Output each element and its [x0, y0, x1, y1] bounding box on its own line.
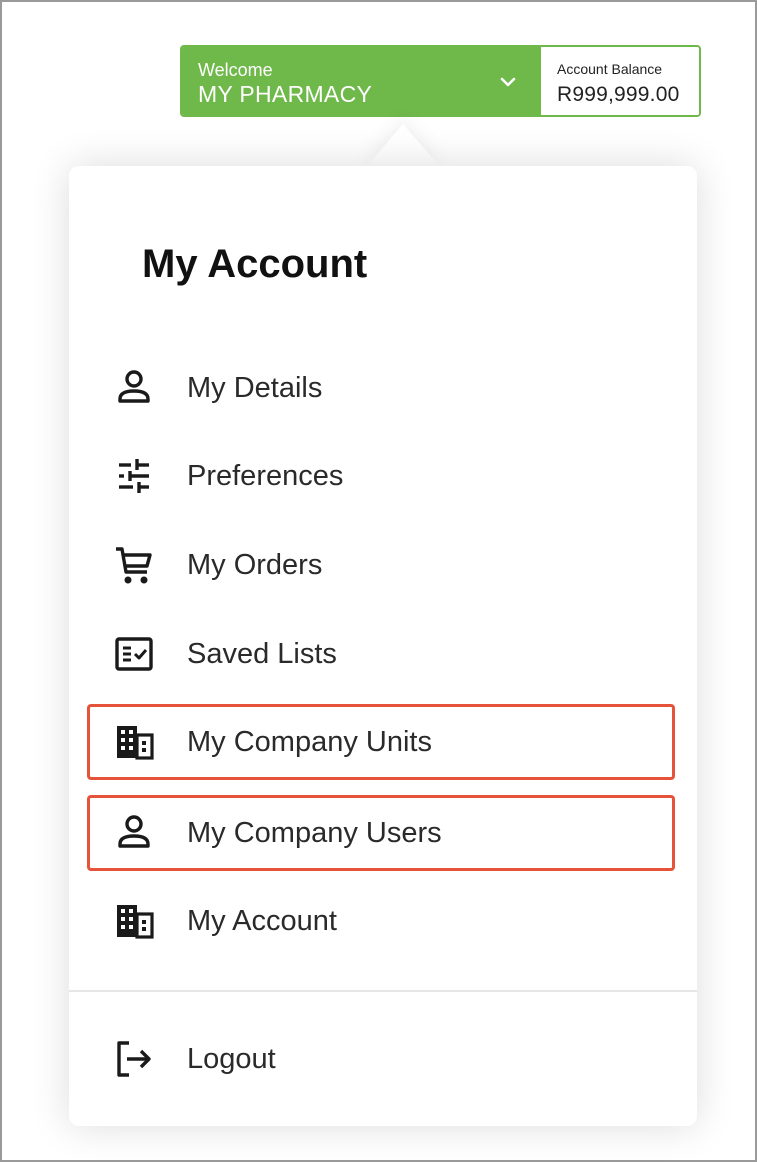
logout-icon [117, 1041, 151, 1077]
welcome-label: Welcome [198, 60, 273, 80]
building-icon [117, 726, 154, 760]
dropdown-caret [365, 124, 441, 168]
menu-item-label: My Account [187, 904, 337, 937]
menu-item-label: My Company Units [187, 725, 432, 758]
menu-divider [69, 990, 697, 992]
menu-item-my-company-units[interactable]: My Company Units [87, 704, 675, 780]
user-icon [118, 815, 150, 848]
app-frame: Welcome MY PHARMACY Account Balance R999… [0, 0, 757, 1162]
menu-item-saved-lists[interactable]: Saved Lists [87, 616, 675, 692]
panel-title: My Account [142, 242, 368, 286]
menu-item-preferences[interactable]: Preferences [87, 438, 675, 514]
account-balance-label: Account Balance [557, 61, 663, 77]
account-menu-toggle[interactable]: Welcome MY PHARMACY [182, 47, 541, 115]
cart-icon [116, 547, 152, 584]
menu-item-label: My Company Users [187, 816, 442, 849]
menu-item-my-company-users[interactable]: My Company Users [87, 795, 675, 871]
menu-item-my-details[interactable]: My Details [87, 350, 675, 426]
menu-item-my-account[interactable]: My Account [87, 883, 675, 959]
menu-item-label: My Orders [187, 548, 323, 581]
account-bar: Welcome MY PHARMACY Account Balance R999… [180, 45, 701, 117]
menu-item-label: Preferences [187, 459, 344, 492]
menu-item-my-orders[interactable]: My Orders [87, 527, 675, 603]
account-name: MY PHARMACY [198, 81, 373, 107]
account-balance: Account Balance R999,999.00 [541, 47, 699, 115]
checklist-icon [115, 637, 153, 671]
sliders-icon [119, 459, 149, 493]
building-icon [117, 905, 154, 939]
logout-label: Logout [187, 1042, 276, 1075]
user-icon [118, 370, 150, 403]
menu-item-label: Saved Lists [187, 637, 337, 670]
menu-item-label: My Details [187, 371, 323, 404]
logout-button[interactable]: Logout [87, 1021, 675, 1097]
chevron-down-icon [500, 77, 516, 87]
account-dropdown-panel: My Account My Details Preferences My Ord… [69, 166, 697, 1126]
account-balance-value: R999,999.00 [557, 83, 680, 106]
